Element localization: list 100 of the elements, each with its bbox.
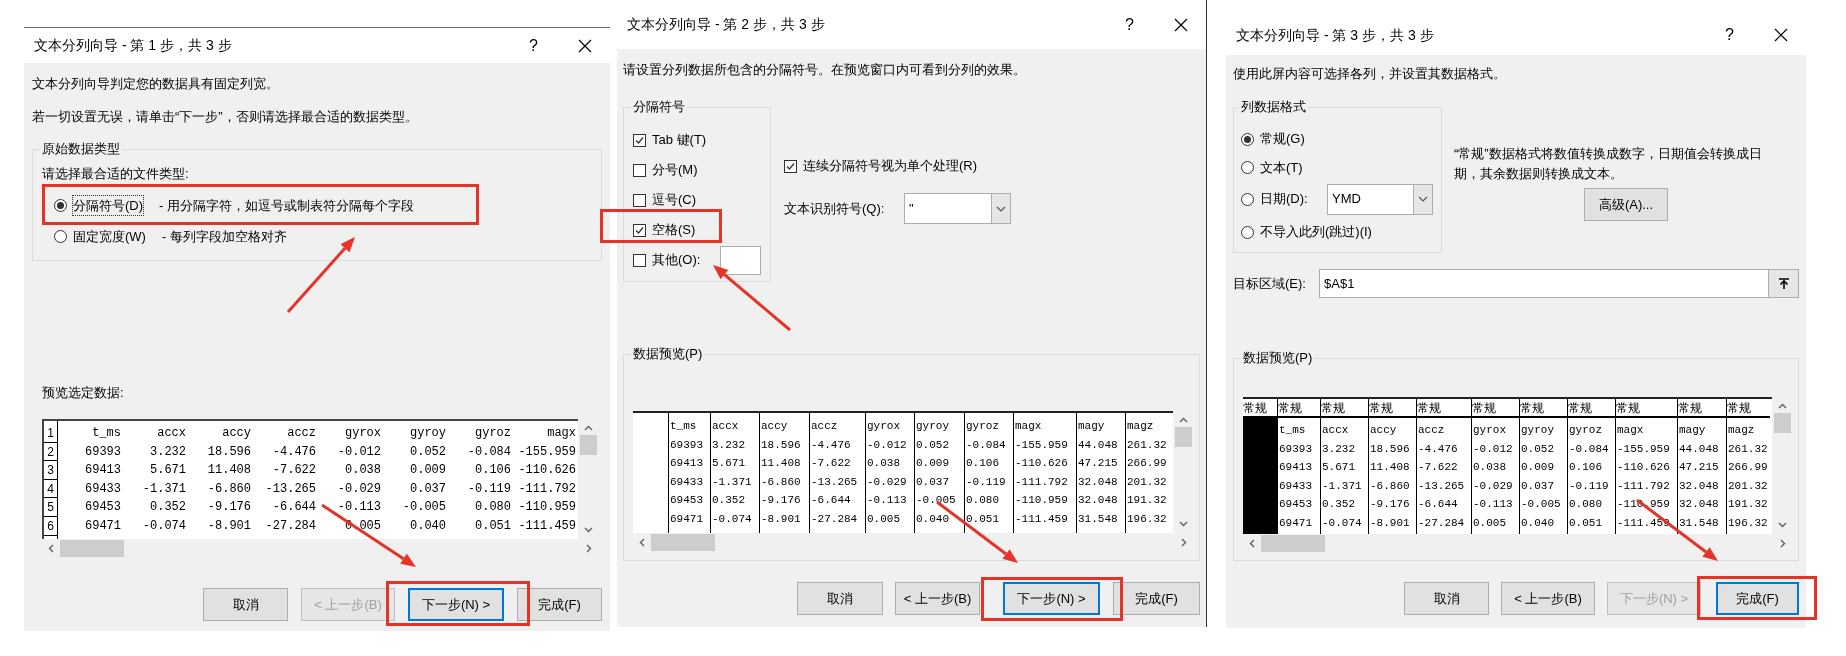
help-button[interactable]: ? [529, 33, 538, 58]
close-icon[interactable] [1774, 28, 1788, 42]
row-number: 5 [44, 498, 57, 517]
help-button[interactable]: ? [1125, 12, 1134, 37]
close-icon[interactable] [1174, 17, 1188, 32]
scroll-left-icon[interactable] [48, 543, 54, 553]
input-field[interactable] [720, 245, 762, 275]
checkbox[interactable] [633, 163, 646, 177]
table-cell-text: accy [1369, 423, 1398, 438]
checkbox[interactable] [633, 133, 646, 147]
radio-button[interactable] [1241, 192, 1254, 206]
scroll-down-icon[interactable] [1178, 521, 1188, 527]
scrollbar-thumb[interactable] [1174, 427, 1192, 447]
checkbox[interactable] [784, 159, 797, 173]
table-cell-text: -0.012 [1472, 441, 1514, 457]
dialog-button[interactable]: 取消 [203, 588, 288, 621]
checkbox-label[interactable]: 其他(O): [652, 250, 701, 270]
dialog-button[interactable]: 取消 [797, 582, 883, 615]
checkbox-label[interactable]: Tab 键(T) [652, 130, 707, 150]
scroll-up-icon[interactable] [1178, 417, 1188, 423]
option-label[interactable]: 固定宽度(W) [73, 226, 146, 247]
table-cell-text: 69393 [669, 437, 704, 453]
table-cell-text: 11.408 [760, 456, 802, 471]
checkbox[interactable] [633, 253, 646, 267]
radio-button[interactable] [54, 230, 67, 243]
scrollbar-thumb[interactable] [1773, 413, 1791, 433]
dialog-button[interactable]: 完成(F) [517, 588, 602, 621]
dialog-button[interactable]: 完成(F) [1716, 582, 1799, 615]
table-cell-text: 0.080 [1568, 497, 1603, 512]
checkbox[interactable] [633, 193, 646, 207]
advanced-button[interactable]: 高级(A)... [1584, 188, 1668, 221]
checkbox-label[interactable]: 逗号(C) [652, 190, 697, 210]
group-label: 数据预览(P) [1242, 349, 1314, 367]
scrollbar-thumb[interactable] [579, 435, 597, 455]
group-label: 原始数据类型 [41, 140, 121, 158]
checkbox-label[interactable]: 连续分隔符号视为单个处理(R) [803, 156, 978, 176]
dropdown[interactable]: " [904, 193, 1011, 224]
table-cell-text: 69413 [84, 462, 121, 480]
option-label[interactable]: 文本(T) [1260, 157, 1303, 178]
dropdown[interactable]: YMD [1327, 183, 1433, 215]
close-icon[interactable] [578, 38, 592, 53]
table-cell-text: accz [286, 425, 316, 442]
scrollbar-thumb[interactable] [60, 539, 124, 557]
table-cell-text: -13.265 [810, 474, 859, 490]
radio-button[interactable] [1241, 225, 1254, 239]
dialog-button[interactable]: 取消 [1404, 582, 1489, 615]
table-cell-text: -155.959 [517, 443, 576, 461]
help-button[interactable]: ? [1725, 23, 1734, 47]
table-cell-text: -27.284 [264, 517, 316, 535]
scrollbar-thumb[interactable] [1261, 534, 1325, 552]
checkbox[interactable] [633, 223, 646, 237]
caret-icon[interactable] [996, 205, 1006, 212]
table-cell-text: -111.792 [1616, 478, 1671, 494]
collapse-button[interactable] [1768, 270, 1798, 297]
table-cell-text: 201.32 [1126, 474, 1168, 490]
dialog-button[interactable]: < 上一步(B) [895, 582, 980, 615]
option-label[interactable]: 分隔符号(D) [73, 195, 144, 216]
table-cell-text: gyrox [1472, 423, 1507, 438]
caret-icon[interactable] [1418, 196, 1428, 202]
table-cell-text: -6.860 [206, 480, 251, 498]
scroll-up-icon[interactable] [583, 425, 593, 431]
table-cell-text: -110.626 [1616, 460, 1671, 475]
table-cell-text: 0.005 [1472, 515, 1507, 531]
dialog-button[interactable]: 完成(F) [1113, 582, 1200, 615]
scroll-left-icon[interactable] [1249, 538, 1255, 548]
row-number: 2 [44, 442, 57, 462]
option-label[interactable]: 不导入此列(跳过)(I) [1260, 222, 1372, 242]
option-description: - 用分隔字符，如逗号或制表符分隔每个字段 [159, 196, 414, 215]
row-number: 6 [44, 516, 57, 536]
row-number: 4 [44, 479, 57, 499]
scroll-right-icon[interactable] [586, 543, 592, 553]
radio-button[interactable] [1241, 161, 1254, 174]
scroll-right-icon[interactable] [1780, 538, 1786, 548]
scroll-left-icon[interactable] [639, 537, 645, 547]
table-cell-text: t_ms [1278, 423, 1307, 438]
table-cell-text: 0.038 [866, 456, 901, 471]
dialog-button[interactable]: 下一步(N) > [1003, 582, 1100, 615]
scroll-up-icon[interactable] [1777, 403, 1787, 409]
dialog-button[interactable]: < 上一步(B) [1501, 582, 1595, 615]
radio-button[interactable] [1241, 132, 1254, 146]
window-title: 文本分列向导 - 第 3 步，共 3 步 [1236, 25, 1434, 45]
scroll-down-icon[interactable] [1777, 522, 1787, 528]
scrollbar-thumb[interactable] [651, 533, 715, 551]
dialog-button[interactable]: 下一步(N) > [408, 588, 504, 621]
checkbox-label[interactable]: 空格(S) [652, 220, 696, 240]
radio-button[interactable] [54, 199, 67, 212]
table-cell-text: gyroz [965, 419, 1000, 434]
option-label[interactable]: 常规(G) [1260, 129, 1305, 149]
field-value: $A$1 [1323, 274, 1356, 293]
scroll-down-icon[interactable] [583, 527, 593, 533]
table-cell-text: 11.408 [206, 462, 251, 480]
checkbox-label[interactable]: 分号(M) [652, 160, 698, 180]
option-label[interactable]: 日期(D): [1260, 189, 1308, 209]
input-field[interactable]: $A$1 [1319, 269, 1799, 298]
scroll-right-icon[interactable] [1181, 537, 1187, 547]
table-cell-text: -110.959 [517, 499, 576, 517]
table-cell-text: -0.005 [1520, 497, 1562, 512]
table-cell-text: 5.671 [1321, 460, 1356, 475]
table-cell-text: -0.119 [466, 480, 511, 498]
table-cell-text: 32.048 [1678, 478, 1720, 494]
